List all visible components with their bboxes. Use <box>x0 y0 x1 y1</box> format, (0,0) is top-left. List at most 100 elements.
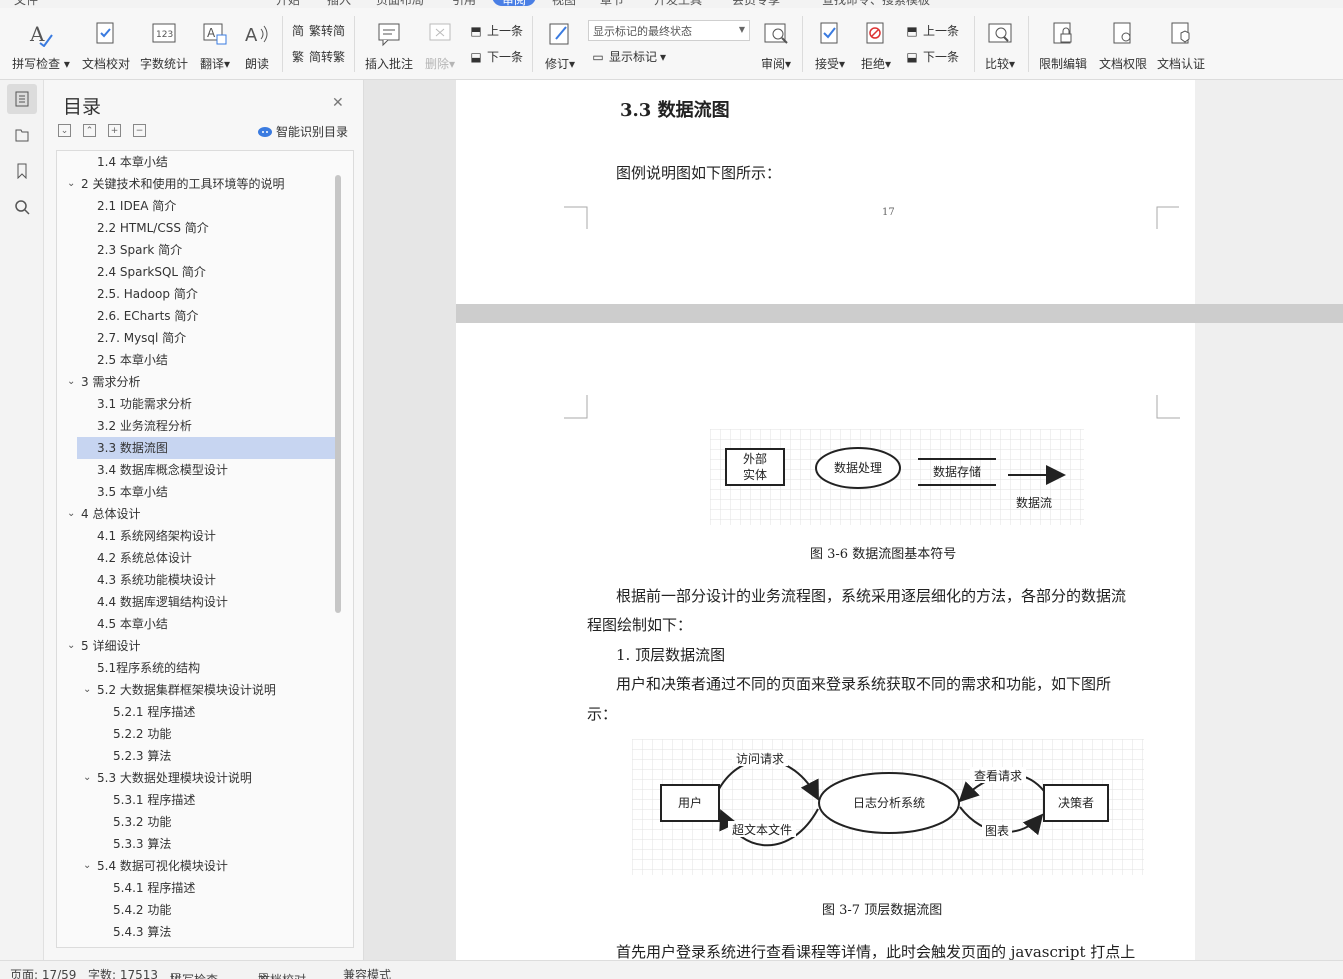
toc-item[interactable]: 5.3.2 功能 <box>57 811 335 833</box>
insert-comment-button[interactable]: 插入批注 <box>362 8 416 76</box>
tab-references[interactable]: 引用 <box>452 0 476 8</box>
search-nav-button[interactable] <box>7 192 37 222</box>
page-corner-mark <box>1156 206 1179 229</box>
toc-scrollbar[interactable] <box>335 175 341 613</box>
tab-home[interactable]: 开始 <box>276 0 300 8</box>
prev-comment-button[interactable]: ⬒ 上一条 <box>468 22 523 39</box>
expand-all-icon[interactable]: ⌄ <box>58 124 71 137</box>
toc-item[interactable]: ⌄ 3 需求分析 <box>57 371 335 393</box>
toc-nav-button[interactable] <box>7 84 37 114</box>
toc-item[interactable]: 3.5 本章小结 <box>57 481 335 503</box>
toc-item[interactable]: ⌄ 4 总体设计 <box>57 503 335 525</box>
toc-item[interactable]: ⌄ 5 详细设计 <box>57 635 335 657</box>
tab-member[interactable]: 会员专享 <box>732 0 780 8</box>
toc-item[interactable]: 1.4 本章小结 <box>57 151 335 173</box>
prev-change-button[interactable]: ⬒ 上一条 <box>904 22 959 39</box>
toc-item[interactable]: 3.1 功能需求分析 <box>57 393 335 415</box>
toc-item[interactable]: 5.3.3 算法 <box>57 833 335 855</box>
tab-review[interactable]: 审阅 <box>492 0 537 7</box>
compare-button[interactable]: 比较▾ <box>980 8 1020 76</box>
command-search[interactable]: 查找命令、搜索模板 <box>822 0 930 8</box>
chevron-down-icon[interactable]: ⌄ <box>67 173 75 195</box>
trad-to-simp-button[interactable]: 简繁转简 <box>290 22 345 39</box>
toc-item[interactable]: ⌄ 5.2 大数据集群框架模块设计说明 <box>57 679 335 701</box>
toc-item[interactable]: 5.4.3 算法 <box>57 921 335 943</box>
toc-item[interactable]: 5.3.1 程序描述 <box>57 789 335 811</box>
paragraph-line: 示： <box>587 705 618 723</box>
toc-item[interactable]: 5.2.3 算法 <box>57 745 335 767</box>
tab-developer[interactable]: 开发工具 <box>654 0 702 8</box>
smart-detect-toc-button[interactable]: 智能识别目录 <box>258 123 348 140</box>
doc-permission-button[interactable]: 文档权限 <box>1096 8 1150 76</box>
next-change-button[interactable]: ⬓ 下一条 <box>904 48 959 65</box>
toc-item[interactable]: 2.7. Mysql 简介 <box>57 327 335 349</box>
markup-state-select[interactable]: 显示标记的最终状态 ▼ <box>588 20 750 41</box>
word-count-indicator[interactable]: 字数: 17513 <box>88 966 158 979</box>
translate-button[interactable]: A 翻译▾ <box>196 8 234 76</box>
toc-item[interactable]: 5.4.2 功能 <box>57 899 335 921</box>
left-nav-bar <box>0 80 44 960</box>
add-heading-icon[interactable]: + <box>108 124 121 137</box>
accept-button[interactable]: 接受▾ <box>810 8 850 76</box>
toc-item[interactable]: 4.2 系统总体设计 <box>57 547 335 569</box>
tab-file[interactable]: 文件 <box>14 0 38 8</box>
toc-item[interactable]: 4.5 本章小结 <box>57 613 335 635</box>
collapse-all-icon[interactable]: ⌃ <box>83 124 96 137</box>
page-indicator[interactable]: 页面: 17/59 <box>10 966 76 979</box>
toc-item[interactable]: 5.2.1 程序描述 <box>57 701 335 723</box>
toc-item[interactable]: 2.1 IDEA 简介 <box>57 195 335 217</box>
tab-page-layout[interactable]: 页面布局 <box>376 0 424 8</box>
tab-chapter[interactable]: 章节 <box>600 0 624 8</box>
toc-item[interactable]: 3.2 业务流程分析 <box>57 415 335 437</box>
page-corner-mark <box>1156 395 1180 419</box>
toc-item[interactable]: 5.1程序系统的结构 <box>57 657 335 679</box>
smart-detect-label: 智能识别目录 <box>276 125 349 139</box>
toc-item[interactable]: 5.2.2 功能 <box>57 723 335 745</box>
toc-item[interactable]: ⌄ 5.3 大数据处理模块设计说明 <box>57 767 335 789</box>
toc-item[interactable]: 2.6. ECharts 简介 <box>57 305 335 327</box>
toc-item[interactable]: ⌄ 5.4 数据可视化模块设计 <box>57 855 335 877</box>
remove-heading-icon[interactable]: − <box>133 124 146 137</box>
toc-item-label: 4.2 系统总体设计 <box>97 551 192 565</box>
chevron-down-icon[interactable]: ⌄ <box>83 679 91 701</box>
read-aloud-button[interactable]: A 朗读 <box>240 8 274 76</box>
word-count-button[interactable]: 123 字数统计 <box>138 8 190 76</box>
track-changes-button[interactable]: 修订▾ <box>540 8 580 76</box>
chapter-nav-button[interactable] <box>7 120 37 150</box>
toc-item[interactable]: 2.5 本章小结 <box>57 349 335 371</box>
delete-comment-button[interactable]: 删除▾ <box>422 8 458 76</box>
toc-item[interactable]: 3.3 数据流图 <box>77 437 335 459</box>
reject-button[interactable]: 拒绝▾ <box>856 8 896 76</box>
toc-item[interactable]: 2.3 Spark 简介 <box>57 239 335 261</box>
restrict-editing-button[interactable]: 限制编辑 <box>1036 8 1090 76</box>
spell-check-button[interactable]: A 拼写检查 ▾ <box>10 8 72 76</box>
doc-proof-button[interactable]: 文档校对 <box>80 8 132 76</box>
tab-insert[interactable]: 插入 <box>327 0 351 8</box>
toc-item[interactable]: 4.4 数据库逻辑结构设计 <box>57 591 335 613</box>
close-icon[interactable]: ✕ <box>332 95 344 111</box>
next-comment-button[interactable]: ⬓ 下一条 <box>468 48 523 65</box>
toc-item[interactable]: 2.5. Hadoop 简介 <box>57 283 335 305</box>
toc-item[interactable]: 4.1 系统网络架构设计 <box>57 525 335 547</box>
toc-item-label: 4.3 系统功能模块设计 <box>97 573 216 587</box>
toc-item[interactable]: 2.4 SparkSQL 简介 <box>57 261 335 283</box>
toc-item[interactable]: ⌄ 2 关键技术和使用的工具环境等的说明 <box>57 173 335 195</box>
page-18: 外部 实体 数据处理 数据存储 数据流 图 3-6 数据流图基本符号 根据前一部… <box>456 323 1195 960</box>
review-pane-button[interactable]: 审阅▾ <box>756 8 796 76</box>
toc-item[interactable]: 5.4.1 程序描述 <box>57 877 335 899</box>
simp-to-trad-button[interactable]: 繁简转繁 <box>290 48 345 65</box>
toc-item[interactable]: 3.4 数据库概念模型设计 <box>57 459 335 481</box>
chevron-down-icon[interactable]: ⌄ <box>67 635 75 657</box>
doc-certify-button[interactable]: 文档认证 <box>1154 8 1208 76</box>
chevron-down-icon[interactable]: ⌄ <box>83 767 91 789</box>
toc-item[interactable]: 4.3 系统功能模块设计 <box>57 569 335 591</box>
toc-item[interactable]: 2.2 HTML/CSS 简介 <box>57 217 335 239</box>
data-flow-label: 数据流 <box>1016 495 1052 510</box>
chevron-down-icon[interactable]: ⌄ <box>67 503 75 525</box>
chevron-down-icon[interactable]: ⌄ <box>67 371 75 393</box>
show-markup-button[interactable]: ▭ 显示标记 ▾ <box>590 48 666 65</box>
bookmark-nav-button[interactable] <box>7 156 37 186</box>
tab-view[interactable]: 视图 <box>552 0 576 8</box>
document-area[interactable]: 3.3 数据流图 图例说明图如下图所示： 17 外部 实体 数据处理 数据存储 … <box>364 80 1343 960</box>
chevron-down-icon[interactable]: ⌄ <box>83 855 91 877</box>
